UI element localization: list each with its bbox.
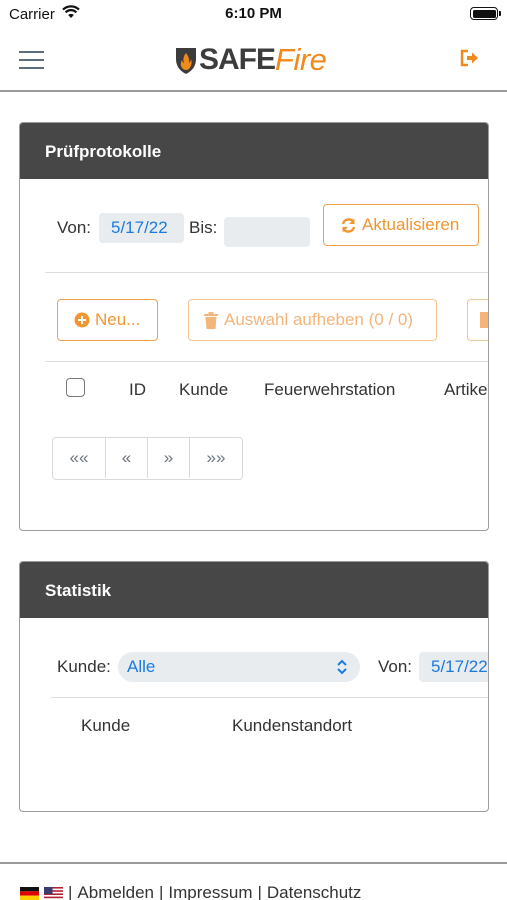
new-label: Neu... <box>95 310 141 329</box>
battery-icon <box>470 7 501 20</box>
refresh-icon <box>341 217 356 233</box>
flame-shield-icon <box>176 48 196 74</box>
stats-von-date-field[interactable]: 5/17/22 <box>419 652 488 682</box>
abmelden-link[interactable]: Abmelden <box>77 883 154 900</box>
trash-icon <box>204 311 218 329</box>
stats-column-header-kunde[interactable]: Kunde <box>81 716 130 736</box>
stats-column-header-kundenstandort[interactable]: Kundenstandort <box>232 716 352 736</box>
new-button[interactable]: Neu... <box>57 299 158 341</box>
select-chevron-icon <box>337 659 347 675</box>
column-header-kunde[interactable]: Kunde <box>179 380 228 400</box>
refresh-label: Aktualisieren <box>362 215 460 234</box>
more-action-button[interactable] <box>467 299 488 341</box>
divider <box>45 272 488 273</box>
footer: | Abmelden | Impressum | Datenschutz <box>20 883 366 900</box>
us-flag-icon[interactable] <box>44 886 63 900</box>
plus-circle-icon <box>74 312 90 328</box>
kunde-select-value: Alle <box>127 657 156 676</box>
von-date-field[interactable]: 5/17/22 <box>99 213 184 243</box>
logo-safe-text: SAFE <box>199 43 276 76</box>
von-label: Von: <box>57 218 92 237</box>
kunde-select[interactable]: Alle <box>118 652 360 682</box>
footer-separator: | <box>68 883 73 900</box>
german-flag-icon[interactable] <box>20 886 39 900</box>
last-page-button[interactable]: »» <box>190 438 242 478</box>
bis-date-field[interactable] <box>224 217 310 247</box>
logo-fire-text: Fire <box>275 42 327 77</box>
app-header: SAFE Fire <box>0 30 507 92</box>
safefire-logo: SAFE Fire <box>174 42 327 78</box>
statistik-card: Statistik Kunde: Alle Von: 5/17/22 Kunde… <box>19 561 489 812</box>
statistik-title: Statistik <box>20 562 488 618</box>
file-icon <box>480 312 488 328</box>
logout-icon[interactable] <box>460 49 480 67</box>
footer-divider <box>0 862 507 864</box>
footer-separator: | <box>158 883 164 900</box>
prev-page-button[interactable]: « <box>106 438 148 478</box>
menu-icon[interactable] <box>19 50 44 70</box>
column-header-feuerwehrstation[interactable]: Feuerwehrstation <box>264 380 395 400</box>
clear-selection-label: Auswahl aufheben (0 / 0) <box>224 310 414 329</box>
pagination: «« « » »» <box>52 437 243 480</box>
footer-separator: | <box>257 883 262 900</box>
column-header-id[interactable]: ID <box>129 380 146 400</box>
divider <box>51 697 488 698</box>
divider <box>45 361 488 362</box>
clock: 6:10 PM <box>225 5 282 22</box>
select-all-checkbox[interactable] <box>66 378 85 397</box>
clear-selection-button[interactable]: Auswahl aufheben (0 / 0) <box>188 299 437 341</box>
bis-label: Bis: <box>189 218 218 237</box>
column-header-artikel[interactable]: Artikel <box>444 380 488 400</box>
first-page-button[interactable]: «« <box>53 438 106 478</box>
stats-von-label: Von: <box>378 657 413 676</box>
next-page-button[interactable]: » <box>148 438 190 478</box>
refresh-button[interactable]: Aktualisieren <box>323 204 479 246</box>
kunde-label: Kunde: <box>57 657 111 676</box>
impressum-link[interactable]: Impressum <box>168 883 252 900</box>
pruefprotokolle-title: Prüfprotokolle <box>20 123 488 179</box>
pruefprotokolle-card: Prüfprotokolle Von: 5/17/22 Bis: Aktuali… <box>19 122 489 531</box>
status-bar: Carrier 6:10 PM <box>0 0 507 30</box>
datenschutz-link[interactable]: Datenschutz <box>267 883 362 900</box>
